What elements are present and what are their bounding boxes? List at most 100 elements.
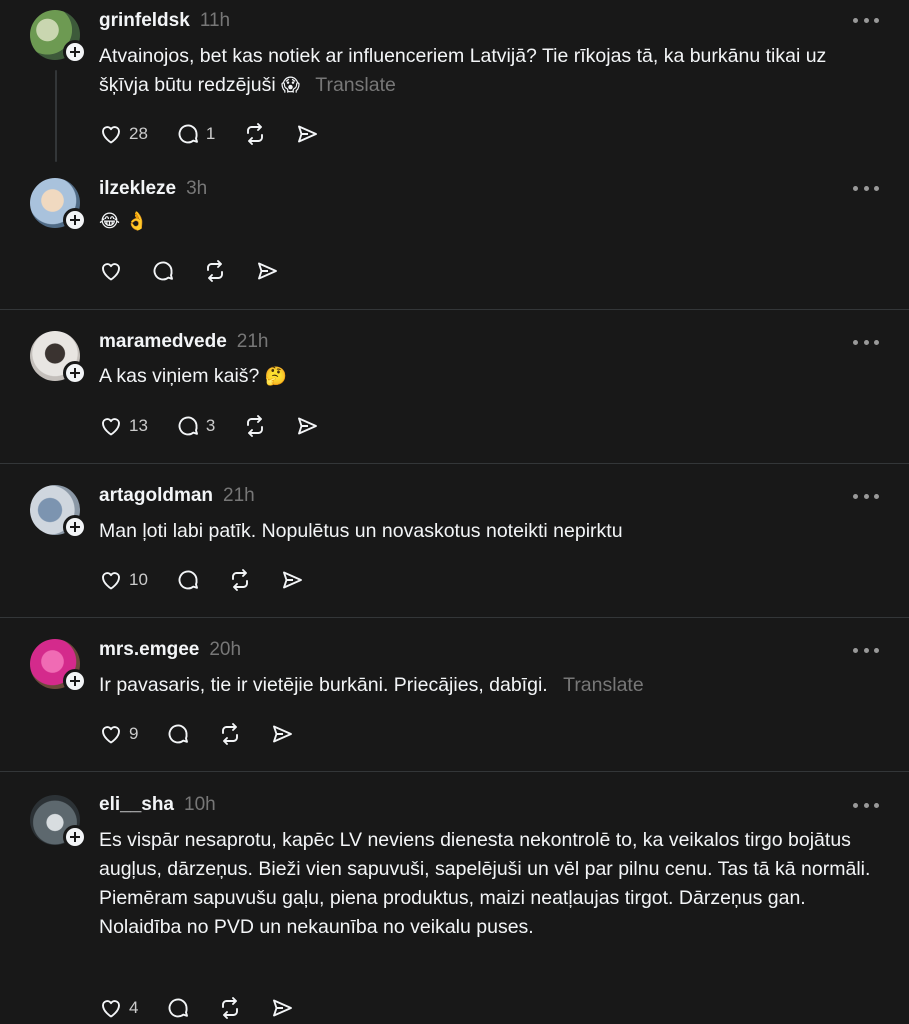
more-icon[interactable]: [853, 491, 879, 501]
username[interactable]: maramedvede: [99, 331, 227, 353]
reply-count: 3: [205, 416, 216, 435]
more-icon[interactable]: [853, 337, 879, 347]
follow-plus-icon[interactable]: [63, 669, 87, 693]
like-button[interactable]: [99, 256, 123, 286]
repost-icon: [222, 997, 239, 1019]
share-button[interactable]: [270, 719, 294, 749]
repost-button[interactable]: [243, 411, 267, 441]
repost-button[interactable]: [203, 256, 227, 286]
comment-icon: [169, 724, 189, 744]
reply-button[interactable]: 3: [176, 411, 215, 441]
timestamp[interactable]: 10h: [184, 794, 216, 816]
username[interactable]: artagoldman: [99, 485, 213, 507]
post-text: A kas viņiem kaiš? 🤔: [99, 365, 288, 387]
username[interactable]: mrs.emgee: [99, 639, 199, 661]
avatar[interactable]: [30, 331, 87, 385]
like-button[interactable]: 28: [99, 119, 148, 149]
avatar[interactable]: [30, 10, 87, 64]
heart-icon: [102, 126, 120, 144]
like-button[interactable]: 9: [99, 719, 138, 749]
repost-icon: [247, 123, 264, 145]
like-button[interactable]: 4: [99, 993, 138, 1023]
comment-icon: [178, 124, 198, 144]
like-count: 9: [129, 724, 139, 743]
share-button[interactable]: [280, 565, 304, 595]
comment-icon: [169, 998, 189, 1018]
emoji: 😂 👌: [99, 211, 149, 232]
share-button[interactable]: [255, 256, 279, 286]
comment-icon: [178, 416, 198, 436]
heart-icon: [102, 572, 120, 590]
more-icon[interactable]: [853, 800, 879, 810]
post-paragraph: Piemēram sapuvušu gaļu, piena produktus,…: [99, 887, 806, 938]
reply-button[interactable]: [151, 256, 175, 286]
translate-link[interactable]: Translate: [315, 74, 396, 96]
post: maramedvede 21h A kas viņiem kaiš? 🤔 13 …: [0, 310, 909, 463]
timestamp[interactable]: 3h: [186, 178, 207, 200]
share-icon: [258, 262, 277, 280]
repost-icon: [207, 260, 223, 282]
share-icon: [298, 125, 318, 143]
repost-button[interactable]: [218, 719, 242, 749]
repost-button[interactable]: [218, 993, 242, 1023]
avatar[interactable]: [30, 639, 87, 693]
emoji: 😱: [281, 75, 300, 96]
post-text: Man ļoti labi patīk. Nopulētus un novask…: [99, 520, 623, 542]
reply-button[interactable]: [176, 565, 200, 595]
follow-plus-icon[interactable]: [63, 361, 87, 385]
more-icon[interactable]: [853, 15, 879, 25]
reply-count: 1: [205, 124, 216, 143]
like-count: 10: [129, 570, 148, 589]
share-icon: [273, 999, 293, 1017]
share-icon: [298, 417, 318, 435]
heart-icon: [102, 263, 120, 281]
post-text: Es vispār nesaprotu, kapēc LV neviens di…: [99, 826, 884, 942]
translate-link[interactable]: Translate: [563, 674, 644, 696]
like-count: 4: [129, 998, 139, 1017]
like-button[interactable]: 10: [99, 565, 148, 595]
follow-plus-icon[interactable]: [63, 40, 87, 64]
post: ilzekleze 3h 😂 👌: [0, 170, 909, 309]
follow-plus-icon[interactable]: [63, 515, 87, 539]
post: artagoldman 21h Man ļoti labi patīk. Nop…: [0, 464, 909, 618]
username[interactable]: eli__sha: [99, 794, 174, 816]
repost-icon: [231, 569, 248, 591]
repost-icon: [222, 723, 239, 745]
post: grinfeldsk 11h Atvainojos, bet kas notie…: [0, 0, 909, 170]
more-icon[interactable]: [853, 183, 879, 193]
repost-button[interactable]: [228, 565, 252, 595]
share-button[interactable]: [270, 993, 294, 1023]
reply-button[interactable]: [166, 719, 190, 749]
reply-button[interactable]: [166, 993, 190, 1023]
username[interactable]: grinfeldsk: [99, 10, 190, 32]
more-icon[interactable]: [853, 645, 879, 655]
like-count: 28: [129, 124, 148, 143]
avatar[interactable]: [30, 178, 87, 232]
share-button[interactable]: [295, 119, 319, 149]
like-button[interactable]: 13: [99, 411, 148, 441]
reply-button[interactable]: 1: [176, 119, 215, 149]
timestamp[interactable]: 21h: [237, 331, 269, 353]
avatar[interactable]: [30, 795, 87, 849]
follow-plus-icon[interactable]: [63, 825, 87, 849]
username[interactable]: ilzekleze: [99, 178, 176, 200]
follow-plus-icon[interactable]: [63, 208, 87, 232]
thread-line: [55, 70, 57, 162]
share-button[interactable]: [295, 411, 319, 441]
post-text: 😂 👌: [99, 207, 879, 236]
timestamp[interactable]: 21h: [223, 485, 255, 507]
comment-icon: [153, 261, 173, 281]
comment-icon: [178, 570, 198, 590]
share-icon: [273, 725, 293, 743]
emoji: 🤔: [264, 366, 288, 387]
timestamp[interactable]: 11h: [200, 10, 230, 32]
heart-icon: [102, 1000, 120, 1018]
repost-button[interactable]: [243, 119, 267, 149]
like-count: 13: [129, 416, 148, 435]
repost-icon: [247, 415, 264, 437]
post: eli__sha 10h Es vispār nesaprotu, kapēc …: [0, 772, 909, 1024]
avatar[interactable]: [30, 485, 87, 539]
share-icon: [282, 571, 302, 589]
timestamp[interactable]: 20h: [209, 639, 241, 661]
post-text: Ir pavasaris, tie ir vietējie burkāni. P…: [99, 674, 644, 696]
